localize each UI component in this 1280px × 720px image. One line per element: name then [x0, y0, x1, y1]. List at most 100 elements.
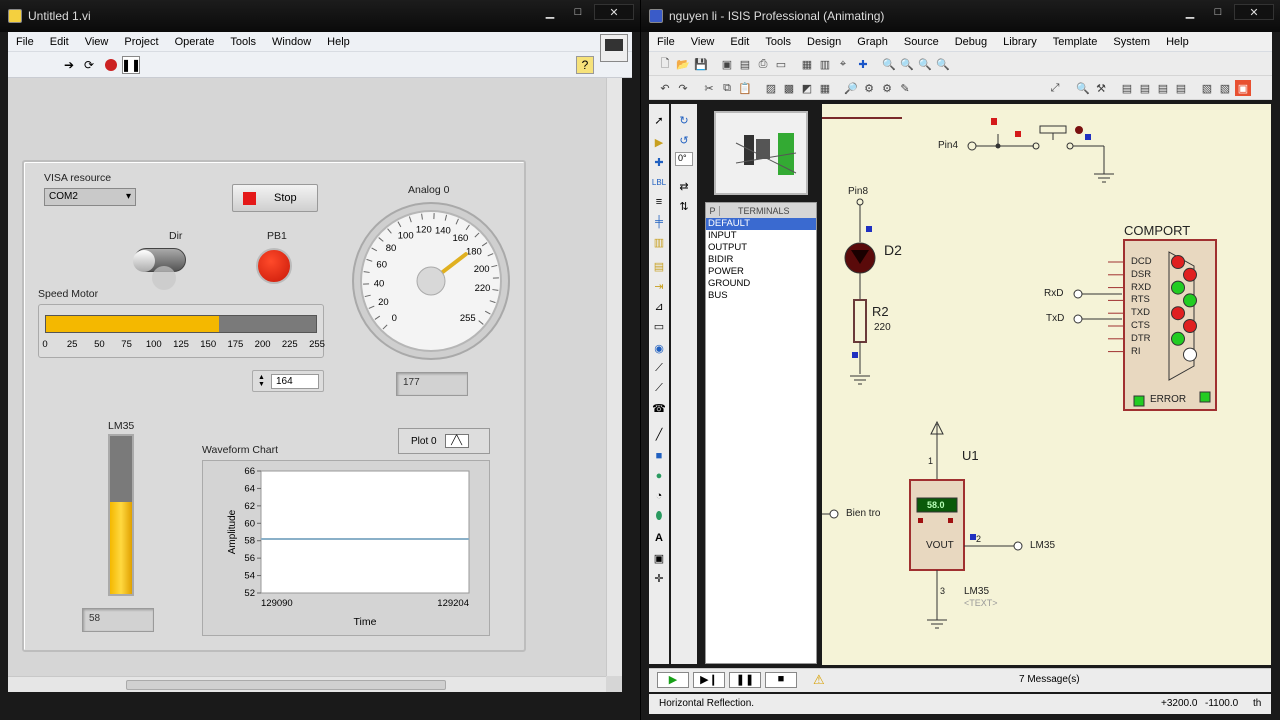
warning-icon[interactable]: ⚠: [813, 672, 825, 688]
pmenu-source[interactable]: Source: [896, 36, 947, 48]
stop-sim-icon[interactable]: ■: [765, 672, 797, 688]
vertical-scrollbar[interactable]: [606, 78, 622, 676]
overview-window[interactable]: [714, 111, 808, 195]
symbol-icon[interactable]: ▣: [651, 550, 667, 566]
pause-sim-icon[interactable]: ❚❚: [729, 672, 761, 688]
import-icon[interactable]: ▣: [719, 56, 735, 72]
pick-device-icon[interactable]: 🔎: [843, 80, 859, 96]
rxd-terminal-label[interactable]: RxD: [1044, 288, 1063, 299]
menu-view[interactable]: View: [77, 36, 117, 48]
text-script-icon[interactable]: ≡: [651, 194, 667, 210]
line-icon[interactable]: ╱: [651, 426, 667, 442]
visa-resource-select[interactable]: COM2 ▾: [44, 188, 136, 206]
terminals-icon[interactable]: ▤: [651, 258, 667, 274]
arc-icon[interactable]: ◔: [651, 488, 667, 504]
graph-icon[interactable]: ⊿: [651, 298, 667, 314]
messages-count[interactable]: 7 Message(s): [1019, 674, 1080, 685]
origin-icon[interactable]: ⌖: [835, 56, 851, 72]
menu-operate[interactable]: Operate: [167, 36, 223, 48]
proteus-close-button[interactable]: ✕: [1234, 4, 1274, 20]
pmenu-file[interactable]: File: [649, 36, 683, 48]
bom-icon[interactable]: ▤: [1173, 80, 1189, 96]
proteus-minimize-button[interactable]: ▁: [1178, 4, 1202, 20]
chevron-down-icon[interactable]: ▾: [126, 191, 131, 203]
pin4-terminal-label[interactable]: Pin4: [938, 140, 958, 151]
play-icon[interactable]: ▶: [657, 672, 689, 688]
pmenu-tools[interactable]: Tools: [757, 36, 799, 48]
close-button[interactable]: ✕: [594, 4, 634, 20]
print-icon[interactable]: ⎙: [755, 56, 771, 72]
pmenu-system[interactable]: System: [1105, 36, 1158, 48]
buses-icon[interactable]: ╪: [651, 214, 667, 230]
increment-arrows-icon[interactable]: ▲ ▼: [258, 374, 265, 388]
maximize-button[interactable]: □: [566, 4, 590, 20]
speed-numeric-control[interactable]: ▲ ▼ 164: [252, 370, 324, 392]
menu-tools[interactable]: Tools: [222, 36, 264, 48]
wire-autorouter-icon[interactable]: ⤢: [1047, 80, 1063, 96]
txd-terminal-label[interactable]: TxD: [1046, 313, 1064, 324]
undo-icon[interactable]: ↶: [657, 80, 673, 96]
pause-icon[interactable]: ❚❚: [121, 56, 141, 74]
text-icon[interactable]: A: [651, 530, 667, 546]
block-rotate-icon[interactable]: ◩: [799, 80, 815, 96]
voltage-probe-icon[interactable]: ⟋: [651, 360, 667, 376]
wire-label-icon[interactable]: LBL: [651, 174, 667, 190]
redo-icon[interactable]: ↷: [675, 80, 691, 96]
paste-icon[interactable]: 📋: [737, 80, 753, 96]
bientro-terminal-label[interactable]: Bien tro: [846, 508, 880, 519]
block-copy-icon[interactable]: ▨: [763, 80, 779, 96]
terminal-item-bidir[interactable]: BIDIR: [706, 254, 816, 266]
pmenu-library[interactable]: Library: [995, 36, 1045, 48]
open-file-icon[interactable]: 📂: [675, 56, 691, 72]
packaging-icon[interactable]: ⚙: [879, 80, 895, 96]
generator-icon[interactable]: ◉: [651, 340, 667, 356]
menu-project[interactable]: Project: [116, 36, 166, 48]
ares-icon[interactable]: ▧: [1217, 80, 1233, 96]
design-explorer-icon[interactable]: ▣: [1235, 80, 1251, 96]
path-icon[interactable]: ⬮: [651, 508, 667, 524]
terminal-item-output[interactable]: OUTPUT: [706, 242, 816, 254]
plot-legend[interactable]: Plot 0 ╱╲: [398, 428, 490, 454]
pmenu-edit[interactable]: Edit: [722, 36, 757, 48]
pan-icon[interactable]: ✚: [855, 56, 871, 72]
rotate-ccw-icon[interactable]: ↺: [676, 132, 692, 148]
block-delete-icon[interactable]: ▦: [817, 80, 833, 96]
grid-icon[interactable]: ▥: [817, 56, 833, 72]
make-device-icon[interactable]: ⚙: [861, 80, 877, 96]
mirror-x-icon[interactable]: ⇄: [676, 178, 692, 194]
mirror-y-icon[interactable]: ⇅: [676, 198, 692, 214]
tape-recorder-icon[interactable]: ▭: [651, 318, 667, 334]
rotate-cw-icon[interactable]: ↻: [676, 112, 692, 128]
device-pins-icon[interactable]: ⇥: [651, 278, 667, 294]
circle-icon[interactable]: ●: [651, 468, 667, 484]
block-move-icon[interactable]: ▩: [781, 80, 797, 96]
search-tag-icon[interactable]: 🔍: [1075, 80, 1091, 96]
schematic-canvas[interactable]: Pin4 Pin8 D2 R2 220 COMPORT DCD DSR RXD RTS…: [822, 104, 1271, 665]
area-icon[interactable]: ▭: [773, 56, 789, 72]
virtual-instruments-icon[interactable]: ☎: [651, 400, 667, 416]
export-icon[interactable]: ▤: [737, 56, 753, 72]
pmenu-debug[interactable]: Debug: [947, 36, 995, 48]
zoom-area-icon[interactable]: 🔍: [935, 56, 951, 72]
zoom-out-icon[interactable]: 🔍: [899, 56, 915, 72]
new-sheet-icon[interactable]: ▤: [1119, 80, 1135, 96]
refresh-icon[interactable]: ▦: [799, 56, 815, 72]
copy-icon[interactable]: ⧉: [719, 80, 735, 96]
property-tool-icon[interactable]: ⚒: [1093, 80, 1109, 96]
stop-button[interactable]: Stop: [232, 184, 318, 212]
remove-sheet-icon[interactable]: ▤: [1137, 80, 1153, 96]
zoom-all-icon[interactable]: 🔍: [917, 56, 933, 72]
minimize-button[interactable]: ▁: [538, 4, 562, 20]
terminal-item-ground[interactable]: GROUND: [706, 278, 816, 290]
abort-icon[interactable]: [102, 56, 120, 74]
selection-mode-icon[interactable]: ➚: [651, 112, 667, 128]
junction-icon[interactable]: ✚: [651, 154, 667, 170]
horizontal-scrollbar[interactable]: [8, 676, 606, 692]
menu-edit[interactable]: Edit: [42, 36, 77, 48]
cut-icon[interactable]: ✂: [701, 80, 717, 96]
pb1-led[interactable]: [256, 248, 292, 284]
menu-file[interactable]: File: [8, 36, 42, 48]
terminal-item-default[interactable]: DEFAULT: [706, 218, 816, 230]
rotation-angle-field[interactable]: 0°: [675, 152, 693, 166]
netlist-icon[interactable]: ▧: [1199, 80, 1215, 96]
